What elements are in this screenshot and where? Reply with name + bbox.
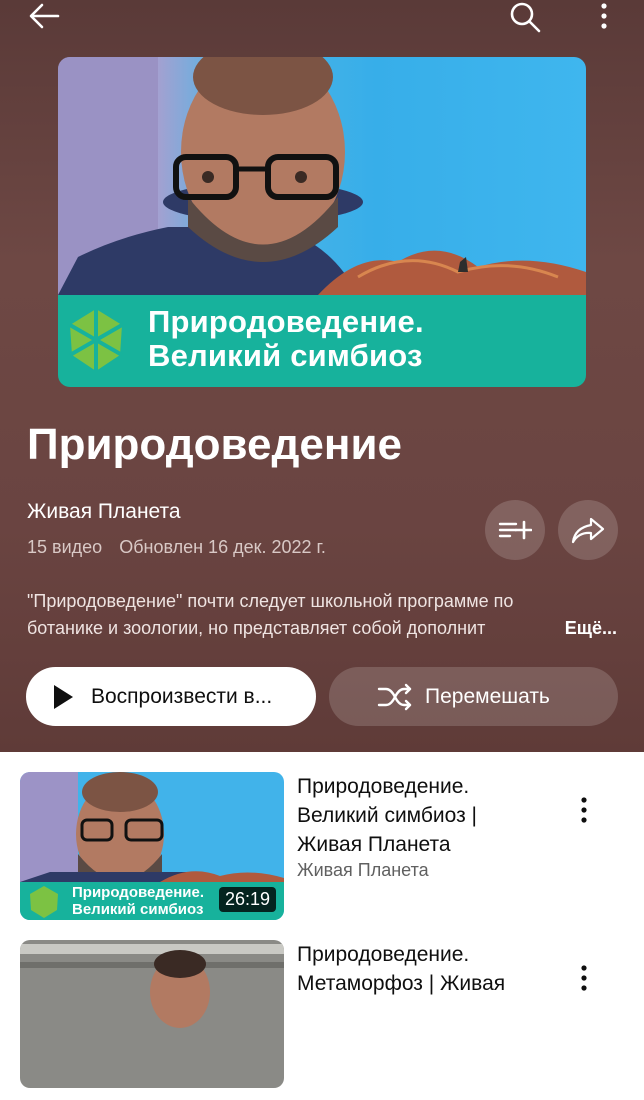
cover-photo	[58, 57, 586, 295]
playlist-header: Природоведение. Великий симбиоз Природов…	[0, 0, 644, 752]
arrow-left-icon[interactable]	[26, 0, 62, 32]
video-title[interactable]: Природоведение. Метаморфоз | Живая	[297, 940, 547, 998]
list-item[interactable]: Природоведение. Метаморфоз | Живая	[0, 940, 644, 1100]
updated-date: Обновлен 16 дек. 2022 г.	[119, 537, 326, 557]
video-thumbnail[interactable]	[20, 940, 284, 1088]
more-vertical-icon[interactable]	[574, 796, 594, 826]
video-thumbnail[interactable]: Природоведение. Великий симбиоз 26:19	[20, 772, 284, 920]
playlist-add-icon	[498, 520, 532, 540]
shuffle-icon	[377, 683, 412, 710]
video-channel[interactable]: Живая Планета	[297, 860, 429, 881]
video-duration: 26:19	[218, 887, 276, 912]
video-count: 15 видео	[27, 537, 103, 557]
play-icon	[54, 684, 73, 709]
playlist-description[interactable]: "Природоведение" почти следует школьной …	[27, 588, 617, 642]
cover-banner: Природоведение. Великий симбиоз	[58, 295, 586, 387]
video-title[interactable]: Природоведение. Великий симбиоз | Живая …	[297, 772, 547, 859]
more-vertical-icon[interactable]	[574, 964, 594, 994]
playlist-author-link[interactable]: Живая Планета	[27, 500, 181, 524]
shuffle-button[interactable]: Перемешать	[329, 667, 618, 726]
thumbnail-caption: Природоведение. Великий симбиоз	[72, 884, 204, 918]
search-icon[interactable]	[508, 0, 542, 34]
share-button[interactable]	[558, 500, 618, 560]
channel-logo-icon	[69, 309, 123, 371]
presenter-illustration	[58, 57, 586, 295]
more-link[interactable]: Ещё...	[565, 615, 617, 642]
play-all-button[interactable]: Воспроизвести в...	[26, 667, 316, 726]
playlist-title: Природоведение	[27, 420, 402, 469]
playlist-cover-image[interactable]: Природоведение. Великий симбиоз	[58, 57, 586, 387]
more-vertical-icon[interactable]	[596, 2, 612, 32]
list-item[interactable]: Природоведение. Великий симбиоз 26:19 Пр…	[0, 772, 644, 932]
save-to-library-button[interactable]	[485, 500, 545, 560]
cover-title: Природоведение. Великий симбиоз	[148, 304, 424, 373]
video-thumbnail-image	[20, 940, 284, 1088]
share-icon	[571, 517, 605, 544]
playlist-meta: 15 видео Обновлен 16 дек. 2022 г.	[27, 537, 326, 558]
